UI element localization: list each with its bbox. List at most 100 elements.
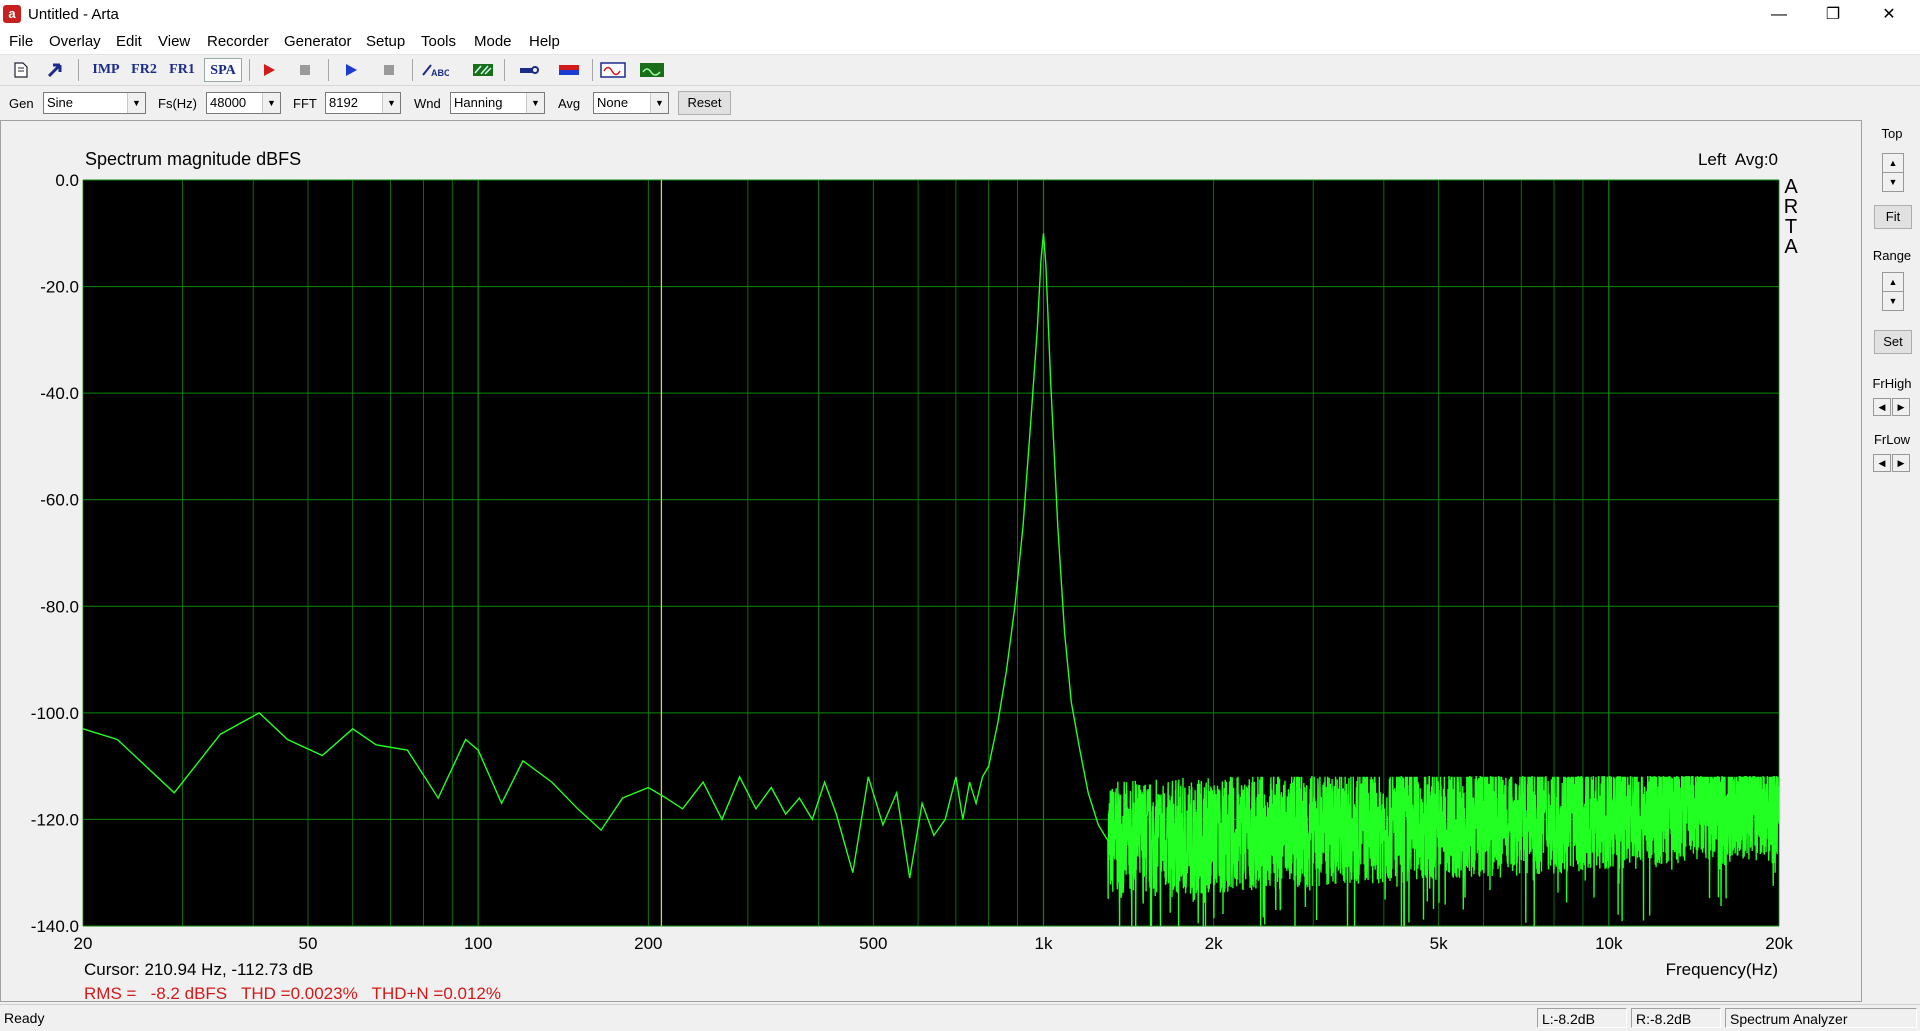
menu-overlay[interactable]: Overlay <box>49 33 101 50</box>
level-meter-icon[interactable] <box>554 58 584 82</box>
status-left-level: L:-8.2dB <box>1537 1008 1627 1028</box>
frhigh-right-button[interactable]: ▶ <box>1892 398 1910 416</box>
fr2-mode-button[interactable]: FR2 <box>126 58 162 82</box>
y-tick-label: -80.0 <box>40 597 79 616</box>
generator-play-icon[interactable] <box>336 58 366 82</box>
x-tick-label: 20k <box>1765 934 1793 953</box>
arta-letter: A <box>1784 236 1798 258</box>
chevron-down-icon: ▼ <box>650 93 668 113</box>
x-tick-label: 1k <box>1035 934 1053 953</box>
fr1-mode-button[interactable]: FR1 <box>164 58 200 82</box>
stats-readout: RMS = -8.2 dBFS THD =0.0023% THD+N =0.01… <box>84 984 501 1001</box>
x-axis-label: Frequency(Hz) <box>1666 960 1778 979</box>
right-control-panel: Top ▲ ▼ Fit Range ▲ ▼ Set FrHigh ◀ ▶ FrL… <box>1864 120 1920 1002</box>
fit-button[interactable]: Fit <box>1874 205 1912 229</box>
top-down-button[interactable]: ▼ <box>1882 172 1904 192</box>
cursor-readout: Cursor: 210.94 Hz, -112.73 dB <box>84 960 313 979</box>
spectrum-chart[interactable]: Spectrum magnitude dBFS Left Avg:0 0.0 -2… <box>1 121 1861 1001</box>
set-button[interactable]: Set <box>1874 330 1912 354</box>
x-tick-label: 500 <box>859 934 887 953</box>
y-tick-label: -20.0 <box>40 278 79 297</box>
gen-select[interactable]: Sine ▼ <box>43 92 146 114</box>
y-tick-label: -60.0 <box>40 491 79 510</box>
y-tick-label: -40.0 <box>40 384 79 403</box>
plot-area: Spectrum magnitude dBFS Left Avg:0 0.0 -2… <box>0 120 1862 1002</box>
x-tick-label: 5k <box>1430 934 1448 953</box>
y-axis-ticks: 0.0 -20.0 -40.0 -60.0 -80.0 -100.0 -120.0 -140.… <box>31 171 79 936</box>
app-icon: a <box>3 5 21 23</box>
wnd-select[interactable]: Hanning ▼ <box>450 92 545 114</box>
x-tick-label: 2k <box>1205 934 1223 953</box>
restore-button[interactable]: ❐ <box>1810 0 1856 30</box>
range-label: Range <box>1872 248 1912 263</box>
overlay-icon[interactable] <box>468 58 498 82</box>
menu-file[interactable]: File <box>9 33 33 50</box>
reset-button[interactable]: Reset <box>678 91 731 115</box>
range-up-button[interactable]: ▲ <box>1882 272 1904 292</box>
channel-info: Left Avg:0 <box>1698 150 1778 169</box>
impulse-mode-button[interactable]: IMP <box>88 58 124 82</box>
menu-help[interactable]: Help <box>529 33 560 50</box>
avg-value: None <box>597 95 629 110</box>
minimize-button[interactable]: — <box>1756 0 1802 30</box>
spa-mode-button[interactable]: SPA <box>204 58 242 82</box>
record-stop-icon[interactable] <box>290 58 320 82</box>
menu-setup[interactable]: Setup <box>366 33 405 50</box>
menu-edit[interactable]: Edit <box>116 33 142 50</box>
toolbar: IMP FR2 FR1 SPA ABC <box>0 55 1920 86</box>
menu-tools[interactable]: Tools <box>421 33 456 50</box>
x-tick-label: 200 <box>634 934 662 953</box>
frlow-left-button[interactable]: ◀ <box>1873 454 1891 472</box>
menu-bar: File Overlay Edit View Recorder Generato… <box>0 30 1920 55</box>
chart-title: Spectrum magnitude dBFS <box>85 149 301 169</box>
y-tick-label: -140.0 <box>31 917 79 936</box>
frlow-label: FrLow <box>1873 432 1911 447</box>
status-ready: Ready <box>4 1010 45 1026</box>
svg-text:ABC: ABC <box>431 68 449 78</box>
wnd-label: Wnd <box>414 96 441 111</box>
status-right-level: R:-8.2dB <box>1631 1008 1721 1028</box>
avg-select[interactable]: None ▼ <box>593 92 669 114</box>
frhigh-label: FrHigh <box>1872 376 1912 391</box>
fs-value: 48000 <box>210 95 247 110</box>
record-play-icon[interactable] <box>254 58 284 82</box>
fs-select[interactable]: 48000 ▼ <box>206 92 281 114</box>
top-up-button[interactable]: ▲ <box>1882 153 1904 173</box>
fft-label: FFT <box>293 96 317 111</box>
generator-stop-icon[interactable] <box>374 58 404 82</box>
x-tick-label: 50 <box>299 934 318 953</box>
gen-value: Sine <box>47 95 74 110</box>
fft-value: 8192 <box>329 95 358 110</box>
menu-recorder[interactable]: Recorder <box>207 33 269 50</box>
frlow-right-button[interactable]: ▶ <box>1892 454 1910 472</box>
arta-letter: R <box>1784 196 1798 218</box>
abc-label-icon[interactable]: ABC <box>420 58 451 82</box>
calibrate-icon[interactable] <box>514 58 544 82</box>
menu-view[interactable]: View <box>158 33 190 50</box>
chevron-down-icon: ▼ <box>127 93 145 113</box>
arta-letter: T <box>1785 216 1797 238</box>
status-mode: Spectrum Analyzer <box>1725 1008 1917 1028</box>
menu-mode[interactable]: Mode <box>474 33 512 50</box>
arta-logo-vertical: A R T A <box>1784 176 1799 258</box>
arta-letter: A <box>1784 176 1798 198</box>
range-down-button[interactable]: ▼ <box>1882 291 1904 311</box>
window-title: Untitled - Arta <box>28 6 119 23</box>
chevron-down-icon: ▼ <box>526 93 544 113</box>
controls-bar: Gen Sine ▼ Fs(Hz) 48000 ▼ FFT 8192 ▼ Wnd… <box>0 88 1920 118</box>
frhigh-left-button[interactable]: ◀ <box>1873 398 1891 416</box>
open-file-icon[interactable] <box>40 58 70 82</box>
gen-label: Gen <box>9 96 34 111</box>
spectrum-view-icon[interactable] <box>637 58 667 82</box>
top-label: Top <box>1881 126 1903 141</box>
fft-select[interactable]: 8192 ▼ <box>325 92 401 114</box>
menu-generator[interactable]: Generator <box>284 33 352 50</box>
x-tick-label: 100 <box>464 934 492 953</box>
chevron-down-icon: ▼ <box>382 93 400 113</box>
y-tick-label: -100.0 <box>31 704 79 723</box>
avg-label: Avg <box>558 96 581 111</box>
new-file-icon[interactable] <box>6 58 36 82</box>
close-button[interactable]: ✕ <box>1866 0 1912 30</box>
scope-icon[interactable] <box>598 58 628 82</box>
chevron-down-icon: ▼ <box>262 93 280 113</box>
